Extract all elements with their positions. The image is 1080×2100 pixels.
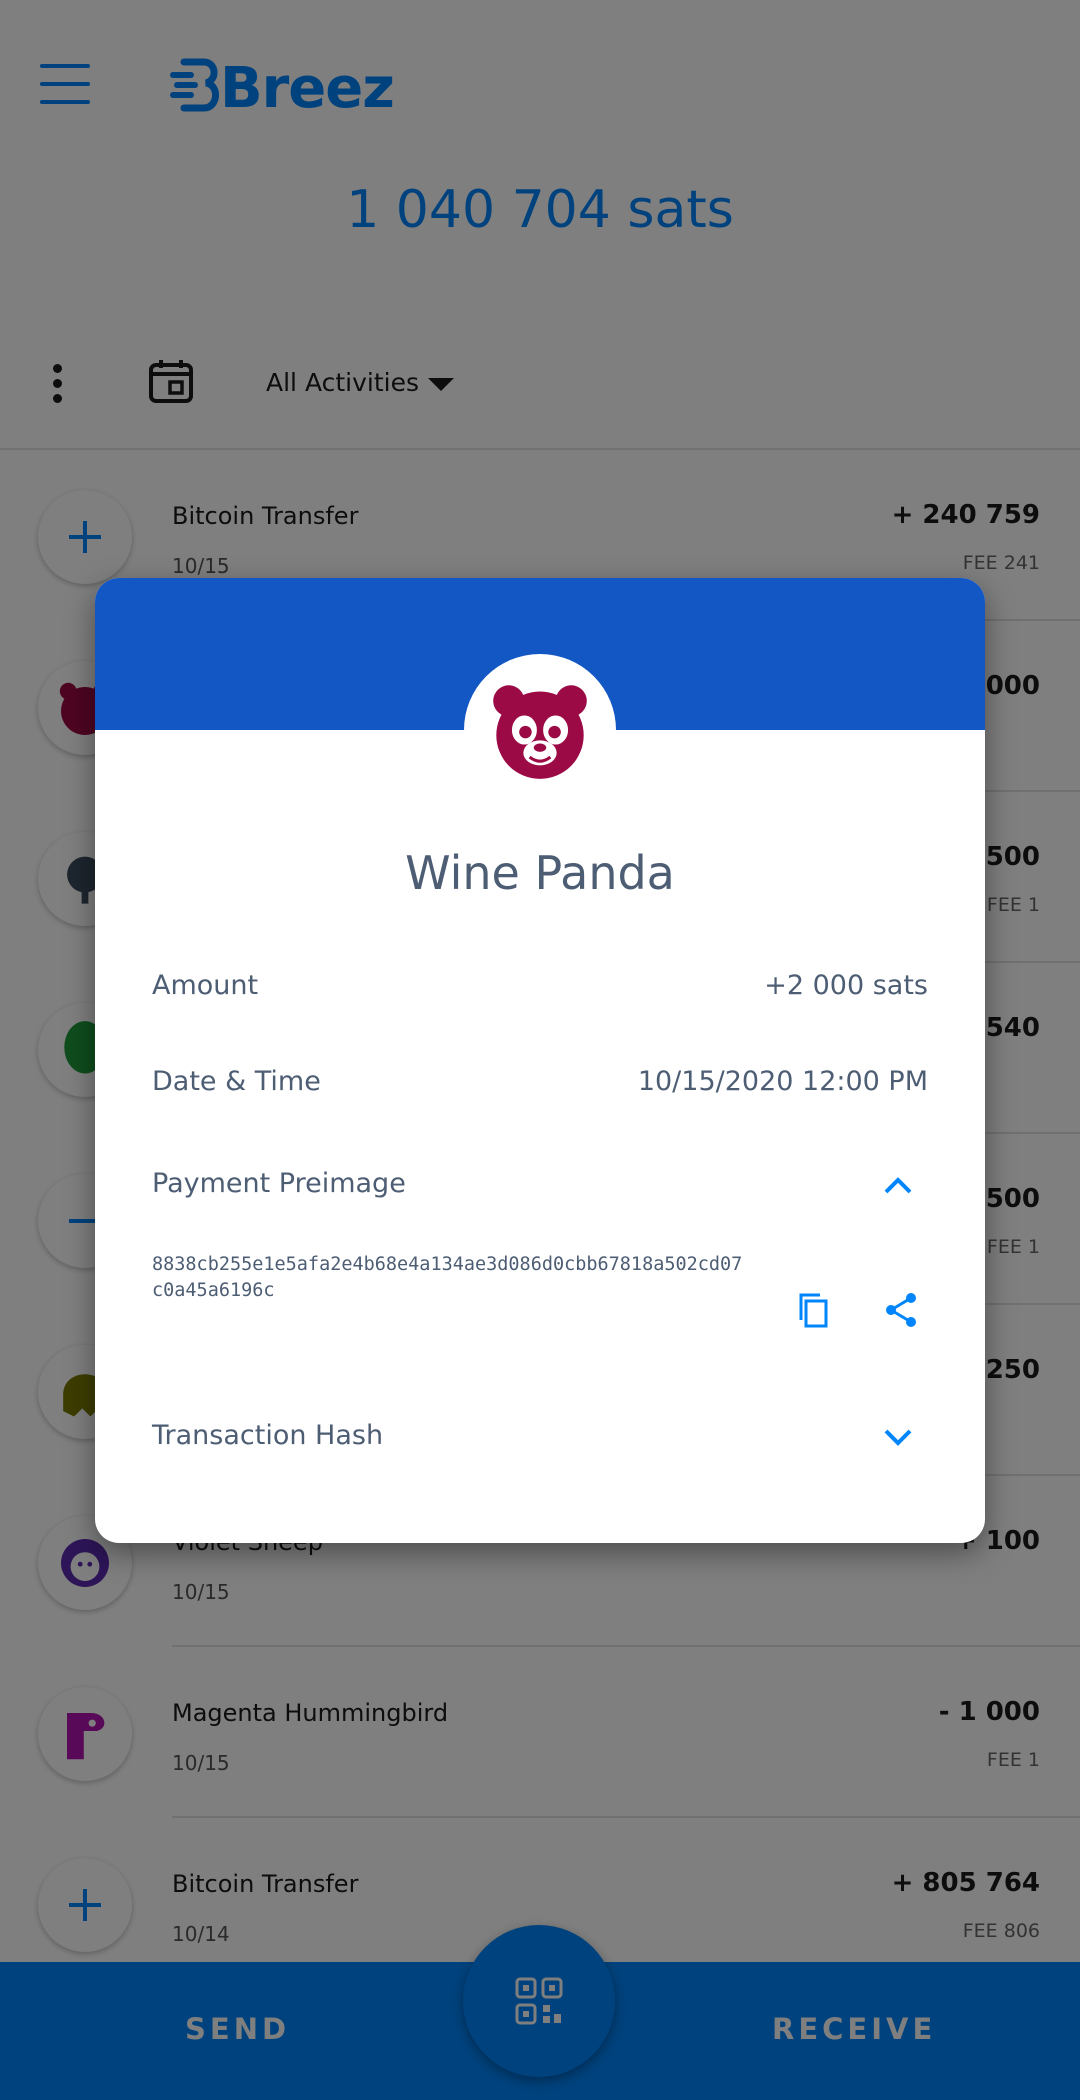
- payment-details-dialog: Wine Panda Amount +2 000 sats Date & Tim…: [95, 578, 985, 1543]
- transaction-hash-label[interactable]: Transaction Hash: [152, 1420, 383, 1451]
- copy-icon[interactable]: [793, 1290, 833, 1330]
- amount-label: Amount: [152, 970, 259, 1001]
- datetime-label: Date & Time: [152, 1066, 321, 1097]
- payment-preimage-label[interactable]: Payment Preimage: [152, 1168, 406, 1199]
- panda-icon: [493, 685, 587, 779]
- amount-value: +2 000 sats: [764, 970, 928, 1001]
- payee-name: Wine Panda: [405, 846, 675, 900]
- chevron-up-icon[interactable]: [881, 1168, 915, 1202]
- payment-preimage-value: 8838cb255e1e5afa2e4b68e4a134ae3d086d0cbb…: [152, 1254, 743, 1301]
- datetime-value: 10/15/2020 12:00 PM: [637, 1066, 928, 1097]
- chevron-down-icon[interactable]: [881, 1420, 915, 1454]
- panda-avatar: [464, 654, 616, 806]
- share-icon[interactable]: [881, 1290, 921, 1330]
